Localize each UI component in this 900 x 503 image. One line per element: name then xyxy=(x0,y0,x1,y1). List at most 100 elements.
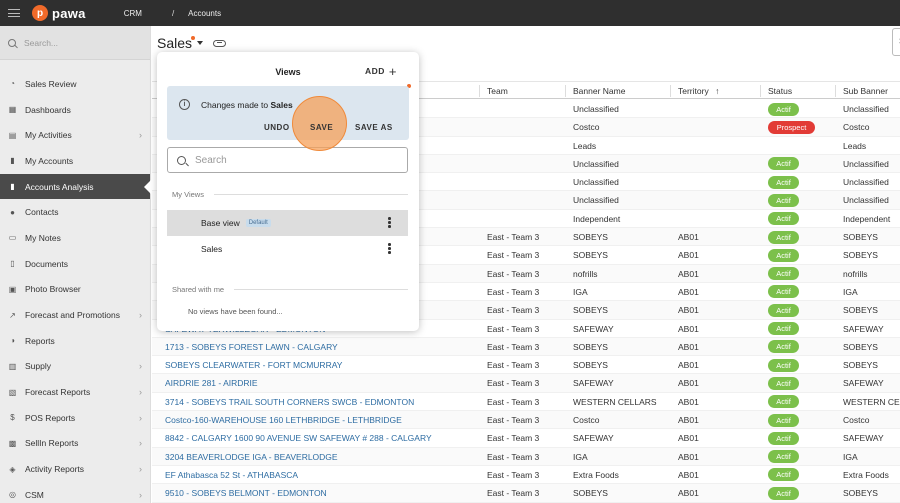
table-row[interactable]: SOBEYS CLEARWATER - FORT MCMURRAY East - … xyxy=(152,356,900,375)
table-row[interactable]: AIRDRIE 281 - AIRDRIE East - Team 3 SAFEWA… xyxy=(152,374,900,393)
save-button[interactable]: SAVE xyxy=(310,123,333,132)
notice-text: Changes made to Sales xyxy=(201,100,293,110)
status-badge: Actif xyxy=(768,468,799,482)
sidebar-item[interactable]: ● Contacts xyxy=(0,199,150,225)
add-view-button[interactable]: ADD + xyxy=(365,65,397,78)
sidebar-item-label: Supply xyxy=(25,361,51,372)
sidebar-item[interactable]: ▯ Documents xyxy=(0,251,150,277)
banner-cell: SAFEWAY xyxy=(573,433,614,444)
status-badge: Actif xyxy=(768,413,799,427)
more-options-icon[interactable] xyxy=(388,217,391,229)
save-as-button[interactable]: SAVE AS xyxy=(355,123,393,132)
sidebar-item[interactable]: ▮ Accounts Analysis xyxy=(0,173,151,200)
view-item[interactable]: Sales xyxy=(167,236,408,262)
table-row[interactable]: EF Athabasca 52 St - ATHABASCA East - Tea… xyxy=(152,466,900,485)
logo[interactable]: p pawa xyxy=(32,5,86,21)
table-row[interactable]: 1713 - SOBEYS FOREST LAWN - CALGARY East … xyxy=(152,337,900,357)
account-link[interactable]: 8842 - CALGARY 1600 90 AVENUE SW SAFEWAY… xyxy=(165,433,432,443)
table-row[interactable]: 3204 BEAVERLODGE IGA - BEAVERLODGE East -… xyxy=(152,447,900,466)
report-icon: ◑ xyxy=(10,336,15,346)
sidebar-search[interactable]: Search... xyxy=(0,26,150,60)
caret-down-icon[interactable] xyxy=(197,41,204,45)
sidebar-item[interactable]: ▣ Photo Browser xyxy=(0,277,150,303)
status-badge: Actif xyxy=(768,340,799,354)
column-header-team[interactable]: Team xyxy=(487,86,508,96)
sidebar-item[interactable]: ◑ Reports xyxy=(0,328,150,354)
sidebar-item[interactable]: ↗ Forecast and Promotions › xyxy=(0,302,150,328)
territory-cell: AB01 xyxy=(678,341,699,352)
sidebar-item[interactable]: ◔ Sales Review xyxy=(0,71,150,97)
account-link[interactable]: 9510 - SOBEYS BELMONT - EDMONTON xyxy=(165,488,327,498)
account-link[interactable]: Costco-160-WAREHOUSE 160 LETHBRIDGE - LE… xyxy=(165,415,402,425)
sidebar-item[interactable]: ▥ Supply › xyxy=(0,354,150,380)
table-row[interactable]: Costco-160-WAREHOUSE 160 LETHBRIDGE - LE… xyxy=(152,411,900,430)
sort-asc-icon[interactable]: ↑ xyxy=(715,86,719,96)
sidebar-item[interactable]: ▮ My Accounts xyxy=(0,148,150,174)
status-badge: Actif xyxy=(768,486,799,500)
chevron-right-icon[interactable]: › xyxy=(139,387,142,397)
sidebar-item-label: Photo Browser xyxy=(25,284,81,295)
banner-cell: IGA xyxy=(573,286,588,297)
sidebar-item[interactable]: $ POS Reports › xyxy=(0,405,150,431)
sidebar-item[interactable]: ▤ My Activities › xyxy=(0,122,150,148)
view-title: Sales xyxy=(157,35,193,51)
chevron-right-icon[interactable]: › xyxy=(139,438,142,448)
column-header-banner[interactable]: Banner Name xyxy=(573,86,625,96)
territory-cell: AB01 xyxy=(678,250,699,261)
sidebar-item-label: CSM xyxy=(25,489,44,500)
view-item[interactable]: Base view Default xyxy=(167,210,408,236)
chevron-right-icon[interactable]: › xyxy=(139,310,142,320)
sellin-icon: ▩ xyxy=(8,438,17,448)
sidebar-item-label: My Accounts xyxy=(25,155,74,166)
menu-icon[interactable] xyxy=(8,7,20,20)
activity-icon: ◈ xyxy=(9,464,16,474)
account-link[interactable]: EF Athabasca 52 St - ATHABASCA xyxy=(165,470,298,480)
table-row[interactable]: 8842 - CALGARY 1600 90 AVENUE SW SAFEWAY… xyxy=(152,429,900,448)
column-header-sub-banner[interactable]: Sub Banner xyxy=(843,86,888,96)
breadcrumb-crm[interactable]: CRM xyxy=(124,9,142,18)
link-icon[interactable] xyxy=(213,39,227,47)
column-header-territory[interactable]: Territory ↑ xyxy=(678,86,719,96)
status-badge: Actif xyxy=(768,322,799,336)
status-badge: Actif xyxy=(768,102,799,116)
view-selector[interactable]: Sales xyxy=(157,35,196,51)
logo-text: pawa xyxy=(52,5,86,21)
chevron-right-icon[interactable]: › xyxy=(139,361,142,371)
divider xyxy=(213,194,408,195)
sidebar-item[interactable]: ▧ Forecast Reports › xyxy=(0,379,150,405)
breadcrumb-accounts[interactable]: Accounts xyxy=(188,9,221,18)
sub-banner-cell: SOBEYS xyxy=(843,305,878,316)
account-link[interactable]: SOBEYS CLEARWATER - FORT MCMURRAY xyxy=(165,360,342,370)
sidebar-item[interactable]: ▭ My Notes xyxy=(0,225,150,251)
sidebar-item-label: Contacts xyxy=(25,207,59,218)
sidebar-item[interactable]: ◎ CSM › xyxy=(0,482,150,503)
account-link[interactable]: 3204 BEAVERLODGE IGA - BEAVERLODGE xyxy=(165,452,338,462)
sub-banner-cell: Independent xyxy=(843,213,891,224)
table-row[interactable]: 3714 - SOBEYS TRAIL SOUTH CORNERS SWCB -… xyxy=(152,393,900,412)
sub-banner-cell: IGA xyxy=(843,286,858,297)
undo-button[interactable]: UNDO xyxy=(264,123,290,132)
chevron-right-icon[interactable]: › xyxy=(139,130,142,140)
views-search-placeholder: Search xyxy=(195,154,227,166)
sub-banner-cell: SAFEWAY xyxy=(843,433,884,444)
account-link[interactable]: AIRDRIE 281 - AIRDRIE xyxy=(165,378,258,388)
table-row[interactable]: 9510 - SOBEYS BELMONT - EDMONTON East - T… xyxy=(152,484,900,503)
sub-banner-cell: SOBEYS xyxy=(843,360,878,371)
status-badge: Prospect xyxy=(768,120,815,134)
chevron-right-icon[interactable]: › xyxy=(139,490,142,500)
sidebar-item[interactable]: ◈ Activity Reports › xyxy=(0,456,150,482)
chevron-right-icon[interactable]: › xyxy=(139,464,142,474)
column-separator xyxy=(835,85,836,97)
sidebar-item[interactable]: ▦ Dashboards xyxy=(0,97,150,123)
sidebar-item[interactable]: ▩ SellIn Reports › xyxy=(0,431,150,457)
chevron-right-icon[interactable]: › xyxy=(139,413,142,423)
table-search-input[interactable]: Se xyxy=(892,28,900,56)
account-link[interactable]: 1713 - SOBEYS FOREST LAWN - CALGARY xyxy=(165,342,338,352)
sub-banner-cell: SAFEWAY xyxy=(843,323,884,334)
more-options-icon[interactable] xyxy=(388,243,391,255)
account-link[interactable]: 3714 - SOBEYS TRAIL SOUTH CORNERS SWCB -… xyxy=(165,397,414,407)
team-cell: East - Team 3 xyxy=(487,250,540,261)
views-search-input[interactable]: Search xyxy=(167,147,408,173)
column-header-status[interactable]: Status xyxy=(768,86,792,96)
chart-icon: ↗ xyxy=(9,310,16,320)
